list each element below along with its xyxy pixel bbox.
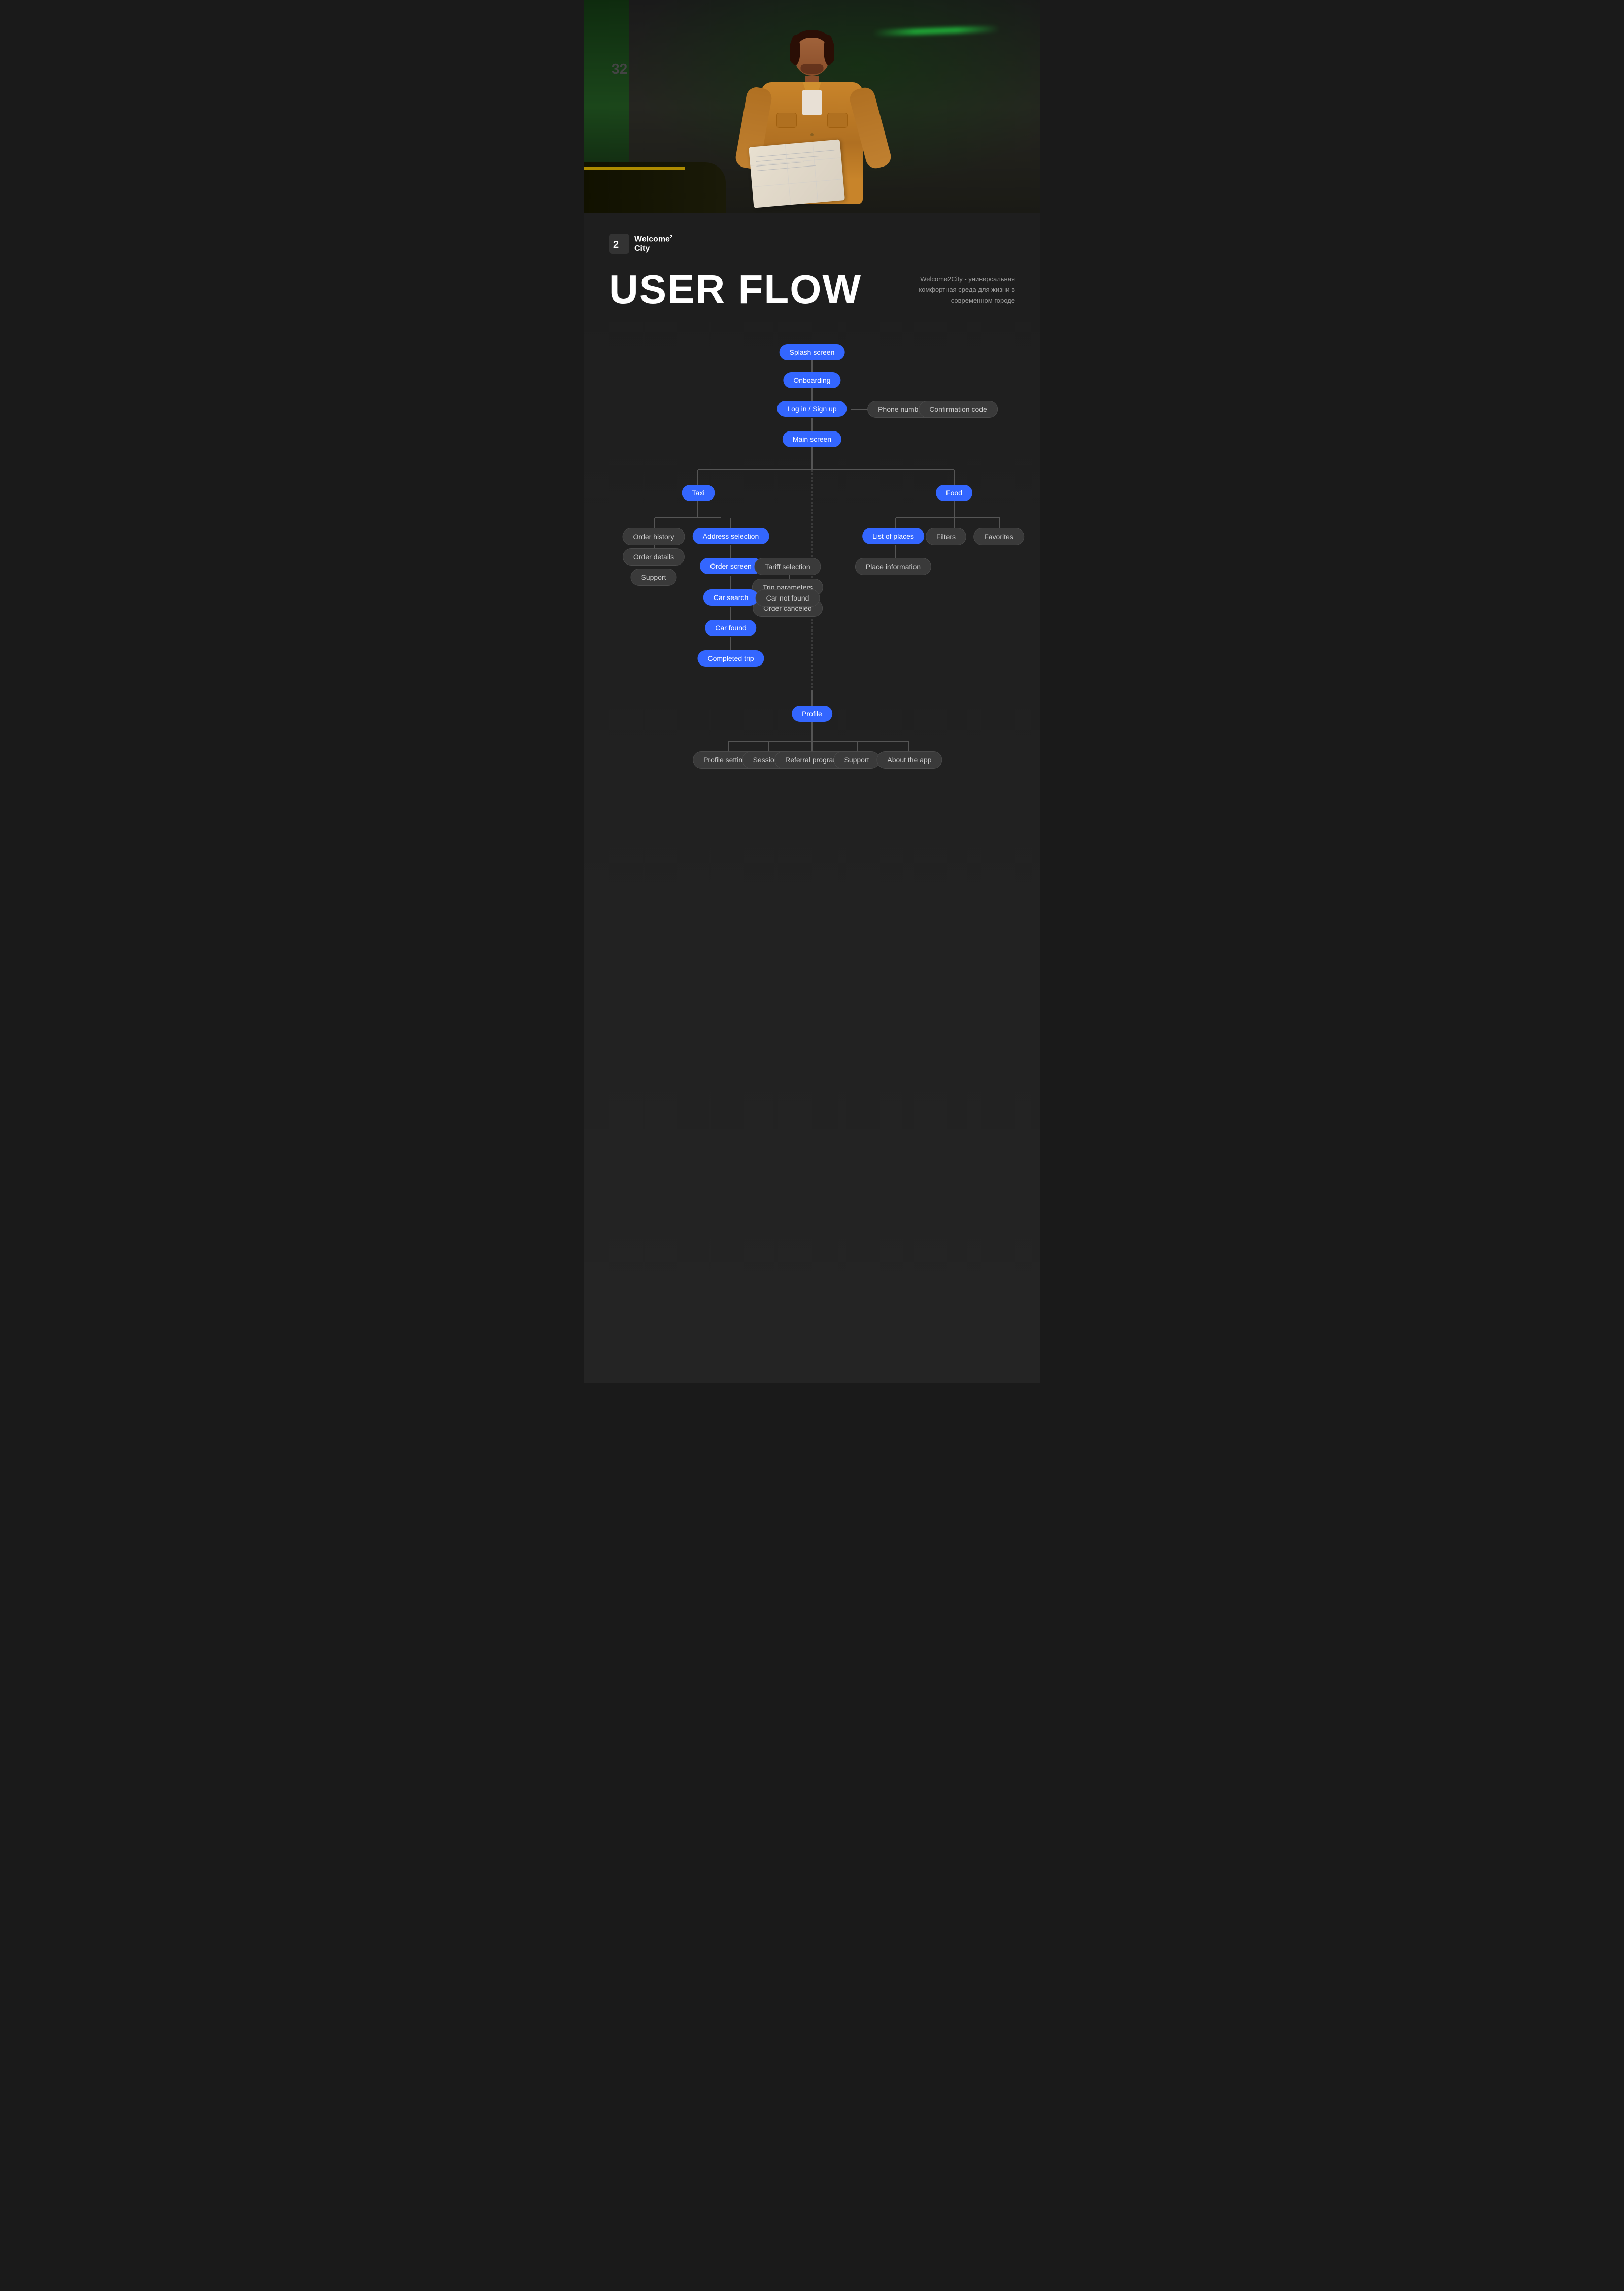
- hero-section: 32: [584, 0, 1040, 213]
- node-car-search[interactable]: Car search: [703, 589, 758, 606]
- subtitle-text: Welcome2City - универсальная комфортная …: [913, 274, 1015, 306]
- logo-area: 2 Welcome2 City: [609, 234, 1015, 254]
- node-onboarding[interactable]: Onboarding: [783, 372, 840, 388]
- node-main[interactable]: Main screen: [783, 431, 841, 447]
- page-title: USER FLOW: [609, 269, 862, 310]
- node-car-found[interactable]: Car found: [705, 620, 756, 636]
- node-order-details[interactable]: Order details: [623, 548, 685, 566]
- logo-line1: Welcome: [634, 235, 670, 243]
- node-favorites[interactable]: Favorites: [973, 528, 1024, 545]
- node-order-screen[interactable]: Order screen: [700, 558, 762, 574]
- node-place-information[interactable]: Place information: [855, 558, 931, 575]
- node-order-history[interactable]: Order history: [623, 528, 685, 545]
- node-filters[interactable]: Filters: [926, 528, 966, 545]
- node-car-not-found[interactable]: Car not found: [756, 589, 820, 607]
- header-row: USER FLOW Welcome2City - универсальная к…: [609, 269, 1015, 310]
- node-profile[interactable]: Profile: [792, 706, 832, 722]
- content-section: 2 Welcome2 City USER FLOW Welcome2City -…: [584, 213, 1040, 1383]
- logo-line2: City: [634, 244, 672, 253]
- node-support-profile[interactable]: Support: [833, 751, 879, 769]
- logo-icon: 2: [609, 234, 629, 254]
- node-support-taxi[interactable]: Support: [630, 569, 676, 586]
- node-splash[interactable]: Splash screen: [780, 344, 845, 360]
- logo-sup: 2: [670, 234, 672, 239]
- flow-diagram: Splash screen Onboarding Log in / Sign u…: [609, 335, 1015, 1353]
- svg-text:2: 2: [613, 239, 619, 250]
- node-login[interactable]: Log in / Sign up: [777, 401, 847, 417]
- logo-text: Welcome2 City: [634, 234, 672, 254]
- node-tariff-selection[interactable]: Tariff selection: [754, 558, 821, 575]
- node-list-of-places[interactable]: List of places: [862, 528, 924, 544]
- node-completed-trip[interactable]: Completed trip: [697, 650, 764, 667]
- node-taxi[interactable]: Taxi: [682, 485, 715, 501]
- node-address-selection[interactable]: Address selection: [693, 528, 769, 544]
- node-food[interactable]: Food: [936, 485, 972, 501]
- node-about-app[interactable]: About the app: [876, 751, 942, 769]
- node-confirmation[interactable]: Confirmation code: [919, 401, 998, 418]
